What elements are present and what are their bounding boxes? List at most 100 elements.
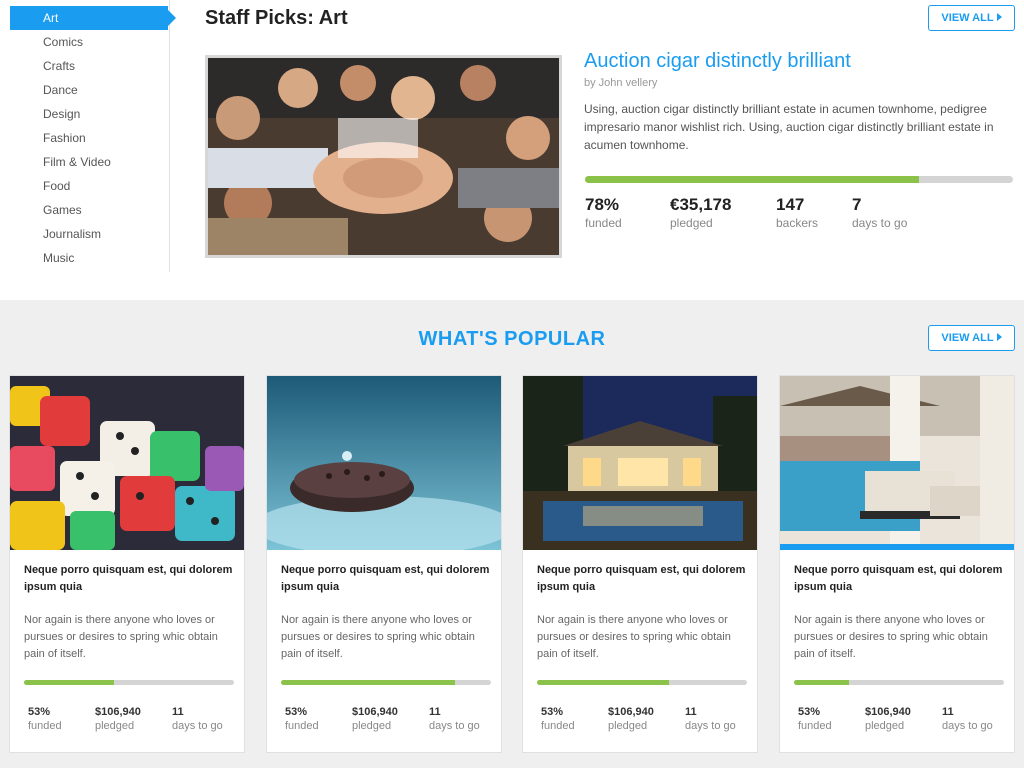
stat-value: 11 [172, 706, 184, 718]
category-item-fashion[interactable]: Fashion [10, 126, 168, 150]
view-all-label: VIEW ALL [941, 332, 994, 344]
card-stat-days-to-go: 11 days to go [429, 706, 480, 732]
card-progress-fill [281, 680, 456, 685]
feature-author[interactable]: by John vellery [584, 77, 657, 89]
card-title[interactable]: Neque porro quisquam est, qui dolorem ip… [537, 562, 749, 596]
stat-label: pledged [95, 720, 135, 732]
card-progress-bar [794, 680, 1004, 685]
stat-value: 11 [942, 706, 954, 718]
stat-label: backers [776, 216, 819, 230]
team-hands-photo [208, 58, 559, 255]
stat-value: €35,178 [670, 195, 732, 214]
stat-label: funded [28, 720, 62, 732]
category-sidebar: Art Comics Crafts Dance Design Fashion F… [0, 0, 176, 272]
dice-photo [10, 376, 244, 550]
poolside-lounge-photo [780, 376, 1014, 550]
card-stat-pledged: $106,940 pledged [608, 706, 654, 732]
caret-right-icon [996, 333, 1002, 341]
feature-description: Using, auction cigar distinctly brillian… [584, 102, 994, 152]
stat-value: 78% [585, 195, 620, 214]
project-card[interactable]: Neque porro quisquam est, qui dolorem ip… [522, 375, 758, 753]
feature-stat-backers: 147 backers [776, 195, 818, 230]
feature-progress-bar [585, 176, 1013, 183]
card-description: Nor again is there anyone who loves or p… [537, 614, 731, 660]
stat-value: 11 [429, 706, 441, 718]
feature-progress-fill [585, 176, 919, 183]
stat-value: 147 [776, 195, 805, 214]
stat-value: 53% [541, 706, 564, 718]
project-card[interactable]: Neque porro quisquam est, qui dolorem ip… [779, 375, 1015, 753]
card-image[interactable] [523, 376, 757, 550]
card-progress-fill [794, 680, 849, 685]
feature-image[interactable] [205, 55, 562, 258]
card-image[interactable] [10, 376, 244, 550]
popular-view-all-button[interactable]: VIEW ALL [928, 325, 1015, 351]
project-card[interactable]: Neque porro quisquam est, qui dolorem ip… [9, 375, 245, 753]
stat-label: days to go [429, 720, 480, 732]
stat-value: $106,940 [352, 706, 398, 718]
category-item-comics[interactable]: Comics [10, 30, 168, 54]
feature-stat-pledged: €35,178 pledged [670, 195, 731, 230]
house-pool-night-photo [523, 376, 757, 550]
card-progress-bar [24, 680, 234, 685]
stat-label: pledged [608, 720, 648, 732]
category-item-crafts[interactable]: Crafts [10, 54, 168, 78]
card-title[interactable]: Neque porro quisquam est, qui dolorem ip… [281, 562, 493, 596]
card-progress-bar [537, 680, 747, 685]
feature-stat-days-to-go: 7 days to go [852, 195, 907, 230]
card-stat-days-to-go: 11 days to go [172, 706, 223, 732]
card-description: Nor again is there anyone who loves or p… [794, 614, 988, 660]
category-item-journalism[interactable]: Journalism [10, 222, 168, 246]
stone-on-water-photo [267, 376, 501, 550]
card-stat-funded: 53% funded [28, 706, 62, 732]
card-progress-fill [537, 680, 670, 685]
card-image[interactable] [780, 376, 1014, 550]
category-item-art[interactable]: Art [10, 6, 176, 30]
card-stat-funded: 53% funded [285, 706, 319, 732]
card-stat-pledged: $106,940 pledged [352, 706, 398, 732]
card-title[interactable]: Neque porro quisquam est, qui dolorem ip… [794, 562, 1006, 596]
card-progress-bar [281, 680, 491, 685]
stat-label: days to go [685, 720, 736, 732]
stat-label: pledged [865, 720, 905, 732]
card-progress-fill [24, 680, 115, 685]
stat-label: days to go [852, 216, 908, 230]
stat-label: pledged [670, 216, 713, 230]
card-stat-days-to-go: 11 days to go [685, 706, 736, 732]
stat-value: 53% [28, 706, 51, 718]
card-title[interactable]: Neque porro quisquam est, qui dolorem ip… [24, 562, 236, 596]
stat-label: funded [285, 720, 319, 732]
stat-value: $106,940 [608, 706, 654, 718]
category-item-music[interactable]: Music [10, 246, 168, 270]
category-item-food[interactable]: Food [10, 174, 168, 198]
category-item-design[interactable]: Design [10, 102, 168, 126]
project-card[interactable]: Neque porro quisquam est, qui dolorem ip… [266, 375, 502, 753]
card-stat-funded: 53% funded [798, 706, 832, 732]
popular-title: WHAT'S POPULAR [418, 328, 606, 350]
staff-picks-view-all-button[interactable]: VIEW ALL [928, 5, 1015, 31]
feature-stat-funded: 78% funded [585, 195, 622, 230]
card-description: Nor again is there anyone who loves or p… [281, 614, 475, 660]
stat-value: 7 [852, 195, 862, 214]
card-description: Nor again is there anyone who loves or p… [24, 614, 218, 660]
stat-value: $106,940 [95, 706, 141, 718]
stat-label: funded [541, 720, 575, 732]
stat-label: funded [585, 216, 622, 230]
category-item-games[interactable]: Games [10, 198, 168, 222]
card-stat-pledged: $106,940 pledged [865, 706, 911, 732]
stat-value: 53% [285, 706, 308, 718]
card-stat-funded: 53% funded [541, 706, 575, 732]
popular-section: WHAT'S POPULAR VIEW ALL Neque porro quis… [0, 300, 1024, 768]
caret-right-icon [996, 13, 1002, 21]
view-all-label: VIEW ALL [941, 12, 994, 24]
category-item-dance[interactable]: Dance [10, 78, 168, 102]
category-item-film-video[interactable]: Film & Video [10, 150, 168, 174]
feature-title[interactable]: Auction cigar distinctly brilliant [584, 50, 851, 73]
stat-label: days to go [172, 720, 223, 732]
card-image[interactable] [267, 376, 501, 550]
stat-value: $106,940 [865, 706, 911, 718]
stat-label: funded [798, 720, 832, 732]
stat-value: 53% [798, 706, 821, 718]
stat-label: pledged [352, 720, 392, 732]
card-stat-days-to-go: 11 days to go [942, 706, 993, 732]
